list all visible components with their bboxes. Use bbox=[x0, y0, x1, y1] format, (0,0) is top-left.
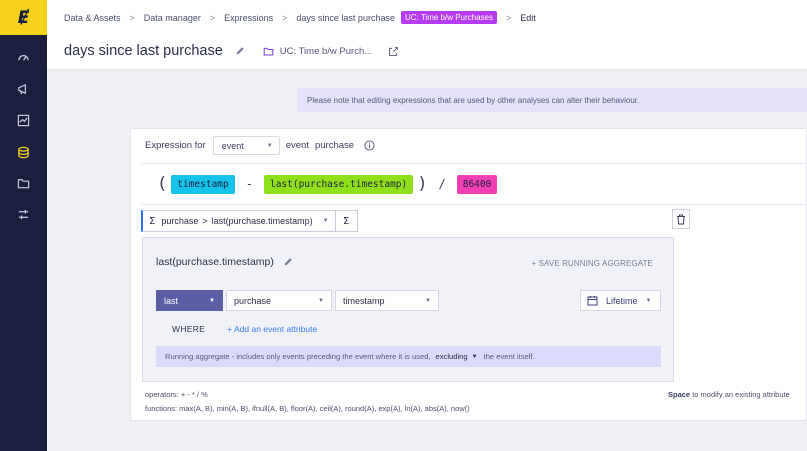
where-row: WHERE + Add an event attribute bbox=[172, 324, 317, 334]
sliders-icon bbox=[18, 209, 29, 219]
where-label: WHERE bbox=[172, 324, 206, 334]
breadcrumb-separator: > bbox=[506, 12, 512, 23]
chevron-down-icon: ▼ bbox=[645, 297, 652, 304]
sidebar-item-settings[interactable] bbox=[0, 202, 47, 226]
open-paren: ( bbox=[157, 174, 168, 194]
breadcrumb-expressions[interactable]: Expressions bbox=[224, 13, 273, 23]
event-label: event bbox=[285, 140, 309, 151]
path-aggregate: last(purchase.timestamp) bbox=[211, 216, 313, 226]
chevron-down-icon: ▼ bbox=[209, 297, 215, 304]
divide-operator: / bbox=[438, 177, 446, 191]
breadcrumb-data-manager[interactable]: Data manager bbox=[144, 13, 201, 23]
sidebar-item-dashboard[interactable] bbox=[0, 45, 47, 69]
breadcrumb-separator: > bbox=[282, 12, 288, 23]
sidebar-item-campaigns[interactable] bbox=[0, 77, 47, 101]
expression-for-row: Expression for event ▼ event purchase bbox=[145, 136, 375, 155]
aggregate-attribute-select[interactable]: timestamp ▼ bbox=[335, 290, 439, 311]
aggregate-event-select[interactable]: purchase ▼ bbox=[226, 290, 332, 311]
edit-aggregate-icon[interactable] bbox=[283, 257, 293, 267]
folder-icon[interactable] bbox=[263, 46, 274, 57]
chevron-down-icon: ▼ bbox=[266, 142, 273, 149]
formula-token-timestamp[interactable]: timestamp bbox=[171, 174, 235, 194]
trash-icon bbox=[677, 214, 685, 224]
database-icon bbox=[18, 146, 29, 158]
aggregate-function-value: last bbox=[164, 295, 179, 306]
edit-title-icon[interactable] bbox=[235, 46, 245, 56]
title-row: days since last purchase UC: Time b/w Pu… bbox=[64, 43, 399, 59]
expression-for-label: Expression for bbox=[145, 140, 206, 151]
logo-glyph: Ɇ bbox=[17, 7, 30, 28]
chevron-down-icon: ▼ bbox=[318, 297, 324, 304]
save-running-aggregate-button[interactable]: + SAVE RUNNING AGGREGATE bbox=[532, 259, 653, 268]
chevron-down-icon: ▼ bbox=[425, 297, 431, 304]
expression-editor-card: Expression for event ▼ event purchase ( … bbox=[130, 128, 807, 421]
expression-formula[interactable]: ( timestamp - last(purchase.timestamp) )… bbox=[141, 163, 807, 205]
operators-help: operators: + - * / % bbox=[145, 390, 208, 399]
sidebar-item-files[interactable] bbox=[0, 171, 47, 195]
running-aggregate-panel: last(purchase.timestamp) + SAVE RUNNING … bbox=[142, 237, 674, 382]
breadcrumb-separator: > bbox=[209, 12, 216, 23]
sidebar: Ɇ bbox=[0, 0, 47, 451]
expression-type-value: event bbox=[221, 140, 244, 151]
aggregate-function-select[interactable]: last ▼ bbox=[156, 290, 223, 311]
event-name: purchase bbox=[314, 140, 355, 151]
keyboard-hint: Space to modify an existing attribute bbox=[668, 390, 790, 399]
megaphone-icon bbox=[18, 83, 26, 94]
close-paren: ) bbox=[417, 174, 428, 194]
expression-type-select[interactable]: event ▼ bbox=[212, 136, 280, 155]
breadcrumb-separator: > bbox=[129, 12, 135, 23]
period-value: Lifetime bbox=[606, 295, 638, 306]
breadcrumb: Data & Assets > Data manager > Expressio… bbox=[64, 11, 536, 24]
folder-icon bbox=[17, 178, 30, 188]
period-select[interactable]: Lifetime ▼ bbox=[580, 290, 661, 311]
aggregate-note: Running aggregate - includes only events… bbox=[156, 346, 661, 367]
formula-token-constant[interactable]: 86400 bbox=[456, 174, 498, 194]
sidebar-item-data[interactable] bbox=[0, 140, 47, 164]
hint-text: to modify an existing attribute bbox=[692, 390, 790, 399]
add-event-attribute-link[interactable]: + Add an event attribute bbox=[227, 324, 317, 334]
breadcrumb-usecase-tag[interactable]: UC: Time b/w Purchases bbox=[400, 11, 497, 24]
formula-token-last-purchase[interactable]: last(purchase.timestamp) bbox=[263, 174, 414, 194]
aggregate-attribute-value: timestamp bbox=[343, 295, 385, 306]
sigma-icon: Σ bbox=[342, 215, 350, 227]
aggregate-button[interactable]: Σ bbox=[335, 210, 358, 232]
sidebar-item-analytics[interactable] bbox=[0, 108, 47, 132]
aggregate-controls: last ▼ purchase ▼ timestamp ▼ bbox=[156, 290, 439, 311]
path-event: purchase bbox=[161, 216, 199, 226]
folder-label[interactable]: UC: Time b/w Purch... bbox=[280, 46, 372, 57]
edit-warning-notice: Please note that editing expressions tha… bbox=[297, 88, 807, 112]
path-separator: > bbox=[202, 216, 208, 226]
aggregate-title-row: last(purchase.timestamp) bbox=[156, 256, 293, 268]
header: Data & Assets > Data manager > Expressio… bbox=[47, 0, 807, 70]
chevron-down-icon[interactable]: ▼ bbox=[472, 354, 478, 360]
gauge-icon bbox=[18, 54, 29, 61]
calendar-icon bbox=[587, 296, 598, 306]
aggregate-note-suffix: the event itself. bbox=[483, 352, 535, 361]
aggregate-note-prefix: Running aggregate - includes only events… bbox=[165, 352, 431, 361]
chart-icon bbox=[17, 114, 30, 126]
include-exclude-dropdown[interactable]: excluding bbox=[436, 352, 468, 361]
breadcrumb-current: Edit bbox=[520, 12, 536, 23]
aggregate-event-value: purchase bbox=[234, 295, 272, 306]
info-icon[interactable] bbox=[364, 140, 375, 151]
page-title: days since last purchase bbox=[64, 43, 223, 59]
hint-key: Space bbox=[668, 390, 691, 399]
aggregate-title: last(purchase.timestamp) bbox=[156, 256, 274, 268]
share-icon[interactable] bbox=[388, 46, 399, 57]
minus-operator: - bbox=[245, 177, 253, 191]
aggregate-path-select[interactable]: Σ purchase > last(purchase.timestamp) ▼ bbox=[141, 210, 336, 232]
app-logo[interactable]: Ɇ bbox=[0, 0, 47, 35]
breadcrumb-expression-name[interactable]: days since last purchase bbox=[296, 13, 395, 23]
breadcrumb-data-assets[interactable]: Data & Assets bbox=[64, 13, 121, 23]
delete-button[interactable] bbox=[672, 209, 690, 229]
functions-help: functions: max(A, B), min(A, B), ifnull(… bbox=[145, 404, 470, 413]
aggregate-path-row: Σ purchase > last(purchase.timestamp) ▼ … bbox=[141, 210, 358, 232]
sigma-icon: Σ bbox=[149, 215, 156, 227]
chevron-down-icon: ▼ bbox=[322, 218, 329, 224]
